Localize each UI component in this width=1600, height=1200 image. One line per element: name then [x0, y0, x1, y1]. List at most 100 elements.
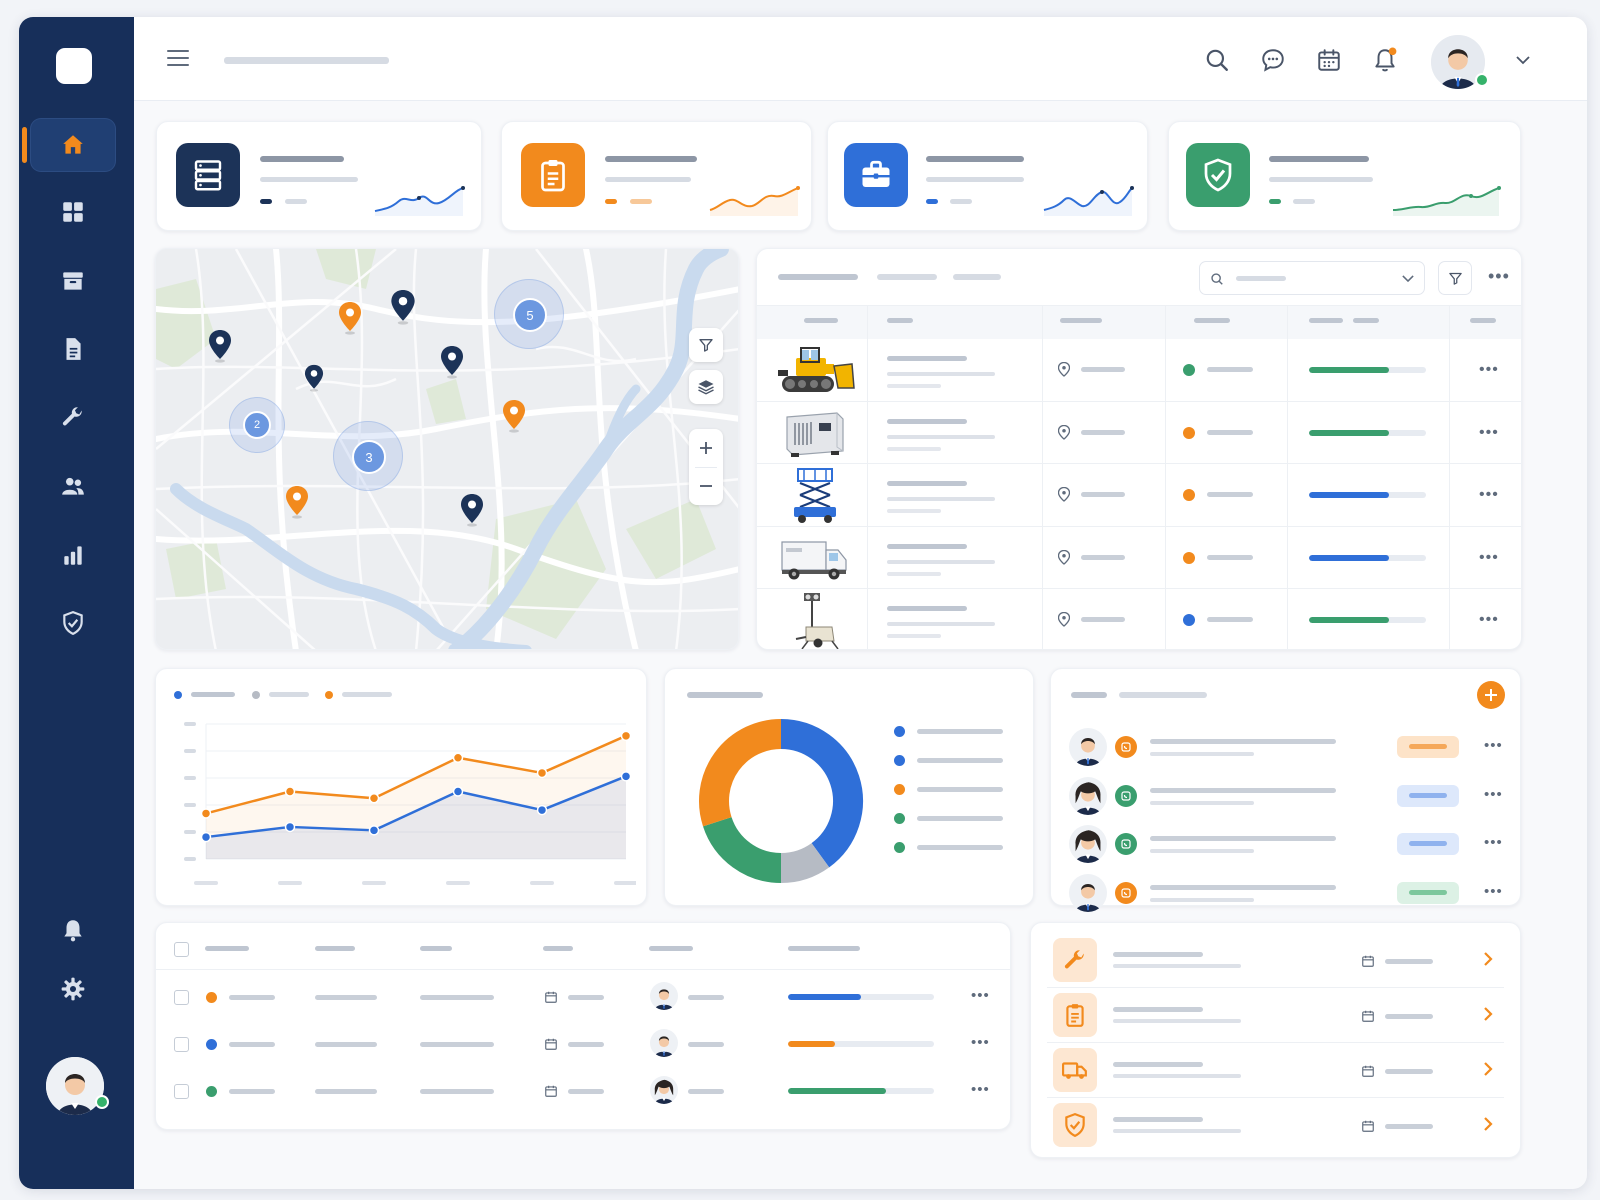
list-item[interactable]: ••• — [1051, 822, 1520, 866]
sidebar-user-avatar[interactable] — [46, 1057, 104, 1115]
map-cluster[interactable]: 5 — [494, 279, 564, 349]
row-more-button[interactable]: ••• — [1484, 787, 1503, 802]
menu-icon[interactable] — [167, 49, 189, 67]
stat-card-projects[interactable] — [827, 121, 1148, 231]
x-tick-label — [530, 881, 554, 885]
stat-card-servers[interactable] — [156, 121, 482, 231]
line-chart[interactable] — [166, 709, 636, 899]
row-more-button[interactable]: ••• — [971, 1035, 990, 1050]
row-more-button[interactable]: ••• — [1484, 835, 1503, 850]
map-cluster[interactable]: 2 — [229, 397, 285, 453]
table-filter-button[interactable] — [1438, 261, 1472, 295]
task-item[interactable] — [1031, 987, 1520, 1040]
order-type — [420, 1089, 494, 1094]
notifications-button[interactable] — [1372, 47, 1398, 78]
row-more-button[interactable]: ••• — [1479, 424, 1499, 440]
task-item[interactable] — [1031, 1097, 1520, 1150]
row-more-button[interactable]: ••• — [1479, 612, 1499, 628]
sidebar-item-home[interactable] — [22, 119, 115, 171]
table-row[interactable]: ••• — [757, 589, 1521, 649]
stat-title — [605, 156, 697, 162]
asset-map[interactable]: 5 2 3 — [155, 248, 739, 650]
map-pin-orange[interactable] — [338, 301, 362, 335]
chevron-down-icon[interactable] — [1516, 55, 1530, 65]
table-row[interactable]: ••• — [757, 527, 1521, 589]
table-row[interactable]: ••• — [757, 464, 1521, 527]
map-layers-button[interactable] — [689, 370, 723, 404]
sidebar-item-dashboard[interactable] — [31, 186, 115, 238]
contact-badge[interactable] — [1115, 736, 1137, 758]
table-more-button[interactable]: ••• — [1488, 267, 1510, 285]
map-filter-button[interactable] — [689, 328, 723, 362]
row-more-button[interactable]: ••• — [1479, 487, 1499, 503]
map-cluster[interactable]: 3 — [333, 421, 403, 491]
row-more-button[interactable]: ••• — [1484, 884, 1503, 899]
chevron-right-icon[interactable] — [1483, 1061, 1493, 1082]
map-pin-navy[interactable] — [390, 289, 416, 325]
utilization-fill — [1309, 429, 1389, 436]
chevron-right-icon[interactable] — [1483, 1006, 1493, 1027]
search-button[interactable] — [1204, 47, 1230, 78]
sidebar-item-documents[interactable] — [31, 323, 115, 375]
map-pin-navy[interactable] — [440, 345, 464, 379]
row-checkbox[interactable] — [174, 1037, 189, 1052]
sidebar-settings[interactable] — [31, 963, 115, 1015]
select-all-checkbox[interactable] — [174, 942, 189, 957]
row-more-button[interactable]: ••• — [1484, 738, 1503, 753]
contact-badge[interactable] — [1115, 784, 1137, 807]
zoom-out-button[interactable] — [689, 467, 723, 505]
table-search-input[interactable] — [1199, 261, 1425, 295]
task-item[interactable] — [1031, 935, 1520, 985]
tab-active[interactable] — [877, 274, 937, 280]
contact-badge[interactable] — [1115, 881, 1137, 904]
list-item[interactable]: ••• — [1051, 871, 1520, 915]
row-more-button[interactable]: ••• — [1479, 549, 1499, 565]
map-pin-orange[interactable] — [285, 485, 309, 519]
stat-card-orders[interactable] — [501, 121, 812, 231]
sidebar-item-maintenance[interactable] — [31, 391, 115, 443]
row-more-button[interactable]: ••• — [971, 988, 990, 1003]
messages-button[interactable] — [1260, 47, 1286, 78]
map-pin-navy[interactable] — [208, 329, 232, 363]
list-item[interactable]: ••• — [1051, 774, 1520, 818]
contact-role — [1150, 897, 1254, 902]
sidebar-item-reports[interactable] — [31, 529, 115, 581]
map-pin-navy[interactable] — [460, 493, 484, 527]
row-checkbox[interactable] — [174, 1084, 189, 1099]
equipment-table: ••• ••• ••• ••• ••• ••• — [756, 248, 1522, 650]
table-row[interactable]: ••• — [757, 402, 1521, 464]
row-more-button[interactable]: ••• — [971, 1082, 990, 1097]
chevron-right-icon[interactable] — [1483, 951, 1493, 972]
list-item[interactable]: ••• — [1051, 725, 1520, 769]
legend-swatch — [894, 755, 905, 766]
sidebar-item-users[interactable] — [31, 460, 115, 512]
location-label — [1081, 554, 1125, 560]
sidebar-item-inventory[interactable] — [31, 255, 115, 307]
app-logo[interactable] — [56, 48, 92, 84]
calendar-button[interactable] — [1316, 47, 1342, 78]
clipboard-icon — [1053, 993, 1097, 1037]
row-more-button[interactable]: ••• — [1479, 362, 1499, 378]
row-checkbox[interactable] — [174, 990, 189, 1005]
sidebar-notifications[interactable] — [31, 904, 115, 956]
map-pin-navy[interactable] — [304, 364, 324, 392]
y-tick-label — [184, 722, 196, 726]
zoom-in-button[interactable] — [689, 429, 723, 467]
utilization-fill — [1309, 367, 1389, 373]
stat-card-safety[interactable] — [1168, 121, 1521, 231]
map-pin-orange[interactable] — [502, 399, 526, 433]
order-id — [229, 1089, 275, 1094]
add-contact-button[interactable] — [1477, 681, 1505, 709]
table-row[interactable]: ••• — [156, 1069, 1010, 1113]
sidebar-item-security[interactable] — [31, 597, 115, 649]
contact-badge[interactable] — [1115, 833, 1137, 855]
table-row[interactable]: ••• — [156, 975, 1010, 1019]
table-row[interactable]: ••• — [757, 339, 1521, 402]
chevron-right-icon[interactable] — [1483, 1116, 1493, 1137]
table-row[interactable]: ••• — [156, 1022, 1010, 1066]
equipment-name — [887, 356, 967, 361]
donut-chart[interactable] — [693, 713, 869, 889]
task-item[interactable] — [1031, 1042, 1520, 1095]
tab-idle[interactable] — [953, 274, 1001, 280]
tab-all[interactable] — [778, 274, 858, 280]
